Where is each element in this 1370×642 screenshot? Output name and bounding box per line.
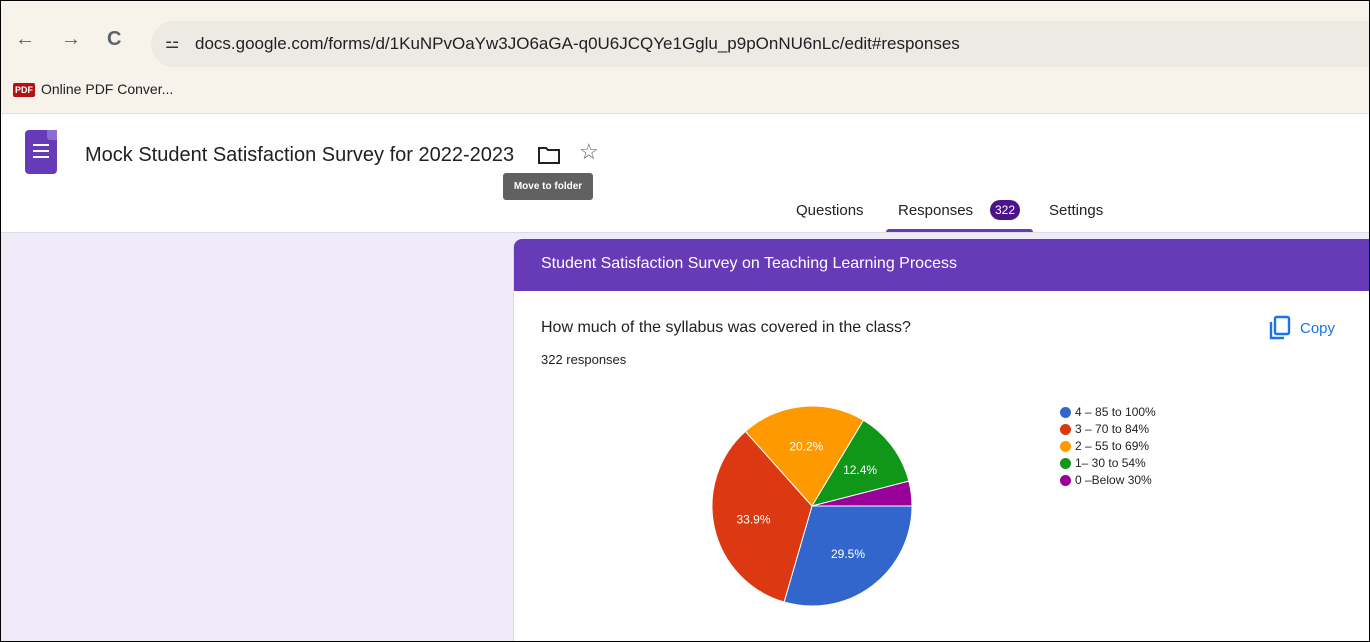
forms-header: Mock Student Satisfaction Survey for 202…	[1, 114, 1369, 233]
copy-chart-button[interactable]: Copy	[1268, 315, 1348, 343]
back-icon[interactable]: ←	[15, 29, 35, 49]
address-bar-area: ← → C ⚍ docs.google.com/forms/d/1KuNPvOa…	[1, 1, 1369, 69]
copy-label: Copy	[1300, 320, 1336, 337]
move-to-folder-tooltip: Move to folder	[503, 173, 593, 200]
legend-label: 3 – 70 to 84%	[1075, 422, 1150, 436]
bookmark-online-pdf-converter[interactable]: Online PDF Conver...	[41, 81, 173, 97]
question-title: How much of the syllabus was covered in …	[541, 319, 911, 336]
pie-data-label-2: 20.2%	[789, 439, 823, 453]
tab-questions[interactable]: Questions	[796, 202, 864, 219]
pie-data-label-1: 33.9%	[736, 512, 770, 526]
active-tab-indicator	[886, 229, 1033, 232]
tab-responses[interactable]: Responses	[898, 202, 973, 219]
copy-icon	[1269, 315, 1291, 340]
legend-label: 2 – 55 to 69%	[1075, 439, 1150, 453]
forms-logo-icon[interactable]	[25, 130, 57, 174]
bookmarks-bar: PDF Online PDF Conver...	[1, 69, 1369, 114]
pie-data-label-3: 12.4%	[843, 463, 877, 477]
response-summary-card: Student Satisfaction Survey on Teaching …	[513, 239, 1369, 641]
form-title[interactable]: Mock Student Satisfaction Survey for 202…	[85, 144, 514, 167]
response-count: 322 responses	[541, 352, 627, 367]
screen: ← → C ⚍ docs.google.com/forms/d/1KuNPvOa…	[0, 0, 1370, 642]
legend-swatch	[1060, 407, 1071, 418]
reload-icon[interactable]: C	[107, 29, 121, 49]
section-header: Student Satisfaction Survey on Teaching …	[514, 239, 1369, 291]
legend-label: 4 – 85 to 100%	[1075, 405, 1156, 419]
tab-settings[interactable]: Settings	[1049, 202, 1103, 219]
legend-swatch	[1060, 424, 1071, 435]
url-text[interactable]: docs.google.com/forms/d/1KuNPvOaYw3JO6aG…	[195, 34, 960, 54]
star-icon[interactable]: ☆	[579, 141, 599, 163]
pie-chart: 29.5% 33.9% 20.2% 12.4%	[711, 405, 913, 607]
section-title: Student Satisfaction Survey on Teaching …	[541, 255, 957, 272]
responses-count-badge: 322	[990, 200, 1020, 220]
omnibox[interactable]: ⚍ docs.google.com/forms/d/1KuNPvOaYw3JO6…	[151, 21, 1369, 67]
site-settings-icon[interactable]: ⚍	[165, 33, 179, 53]
legend-label: 1– 30 to 54%	[1075, 456, 1146, 470]
pdf-icon: PDF	[13, 83, 35, 97]
legend-swatch	[1060, 458, 1071, 469]
folder-icon[interactable]	[537, 145, 561, 165]
responses-content: Student Satisfaction Survey on Teaching …	[1, 233, 1369, 641]
forward-icon[interactable]: →	[61, 29, 81, 49]
legend-label: 0 –Below 30%	[1075, 473, 1152, 487]
pie-data-label-0: 29.5%	[831, 547, 865, 561]
legend-swatch	[1060, 475, 1071, 486]
legend-swatch	[1060, 441, 1071, 452]
